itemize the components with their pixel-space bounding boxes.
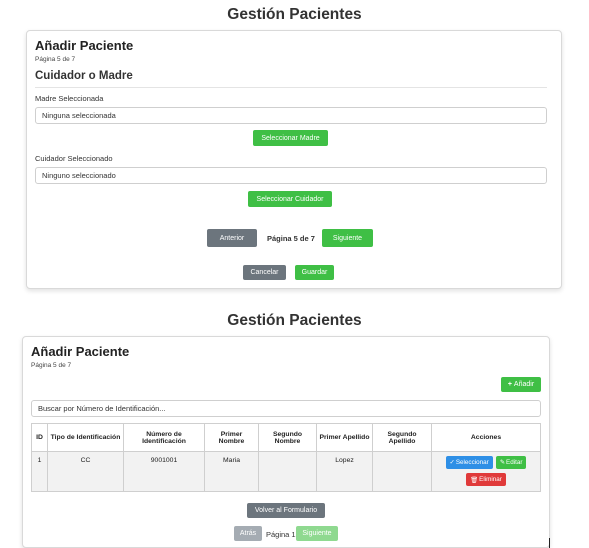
add-patient-card-bottom: Añadir Paciente Página 5 de 7 + Añadir B… (22, 336, 550, 548)
column-header-segundo-nombre: Segundo Nombre (258, 423, 317, 452)
cell-segundo-apellido (372, 451, 432, 492)
column-header-primer-apellido: Primer Apellido (316, 423, 373, 452)
cell-primer-nombre: Maria (204, 451, 259, 492)
add-button-label: Añadir (513, 381, 535, 388)
page-indicator: Página 5 de 7 (267, 234, 315, 243)
column-header-acciones: Acciones (431, 423, 541, 452)
select-caregiver-button[interactable]: Seleccionar Cuidador (248, 191, 332, 207)
card-title: Añadir Paciente (31, 344, 130, 359)
caregiver-heading: Cuidador o Madre (35, 70, 133, 82)
column-header-segundo-apellido: Segundo Apellido (372, 423, 432, 452)
page-note: Página 5 de 7 (35, 56, 76, 63)
column-header-id: ID (31, 423, 48, 452)
add-button[interactable]: + Añadir (501, 377, 541, 392)
cell-primer-apellido: Lopez (316, 451, 373, 492)
back-button[interactable]: Atrás (234, 526, 262, 541)
cell-numero: 9001001 (123, 451, 205, 492)
plus-icon: + (507, 381, 512, 388)
select-label: Seleccionar (455, 459, 489, 466)
add-patient-card-top: Añadir Paciente Página 5 de 7 Cuidador o… (26, 30, 562, 289)
delete-row-button[interactable]: 🗑 Eliminar (466, 473, 506, 486)
mother-field[interactable]: Ninguna seleccionada (35, 107, 547, 124)
column-header-tipo: Tipo de Identificación (47, 423, 124, 452)
select-row-button[interactable]: ✓ Seleccionar (445, 456, 493, 469)
delete-label: Eliminar (479, 476, 502, 483)
table-row: 1 CC 9001001 Maria Lopez ✓ Seleccionar ✎… (31, 451, 541, 492)
section-title-bottom: Gestión Pacientes (227, 312, 362, 329)
edit-icon: ✎ (499, 459, 505, 466)
cell-id: 1 (31, 451, 48, 492)
page-note: Página 5 de 7 (31, 362, 72, 369)
page-indicator: Página 1 (266, 530, 296, 539)
cell-actions: ✓ Seleccionar ✎ Editar 🗑 Eliminar (431, 451, 541, 492)
cancel-button[interactable]: Cancelar (243, 265, 286, 280)
trash-icon: 🗑 (470, 476, 479, 484)
select-mother-button[interactable]: Seleccionar Madre (253, 130, 328, 146)
cell-segundo-nombre (258, 451, 317, 492)
caregiver-label: Cuidador Seleccionado (35, 154, 113, 163)
next-button[interactable]: Siguiente (322, 229, 373, 247)
card-title: Añadir Paciente (35, 38, 134, 53)
patients-table: ID Tipo de Identificación Número de Iden… (31, 423, 541, 492)
edit-label: Editar (506, 459, 523, 466)
back-to-form-button[interactable]: Volver al Formulario (247, 503, 325, 518)
divider (35, 87, 547, 88)
cell-tipo: CC (47, 451, 124, 492)
previous-button[interactable]: Anterior (207, 229, 257, 247)
edge-mark (549, 538, 550, 548)
next-page-button[interactable]: Siguiente (296, 526, 338, 541)
search-input[interactable]: Buscar por Número de Identificación... (31, 400, 541, 417)
check-icon: ✓ (449, 459, 455, 466)
column-header-numero: Número de Identificación (123, 423, 205, 452)
section-title-top: Gestión Pacientes (227, 6, 362, 23)
column-header-primer-nombre: Primer Nombre (204, 423, 259, 452)
edit-row-button[interactable]: ✎ Editar (495, 456, 527, 469)
save-button[interactable]: Guardar (295, 265, 334, 280)
mother-label: Madre Seleccionada (35, 94, 104, 103)
caregiver-field[interactable]: Ninguno seleccionado (35, 167, 547, 184)
